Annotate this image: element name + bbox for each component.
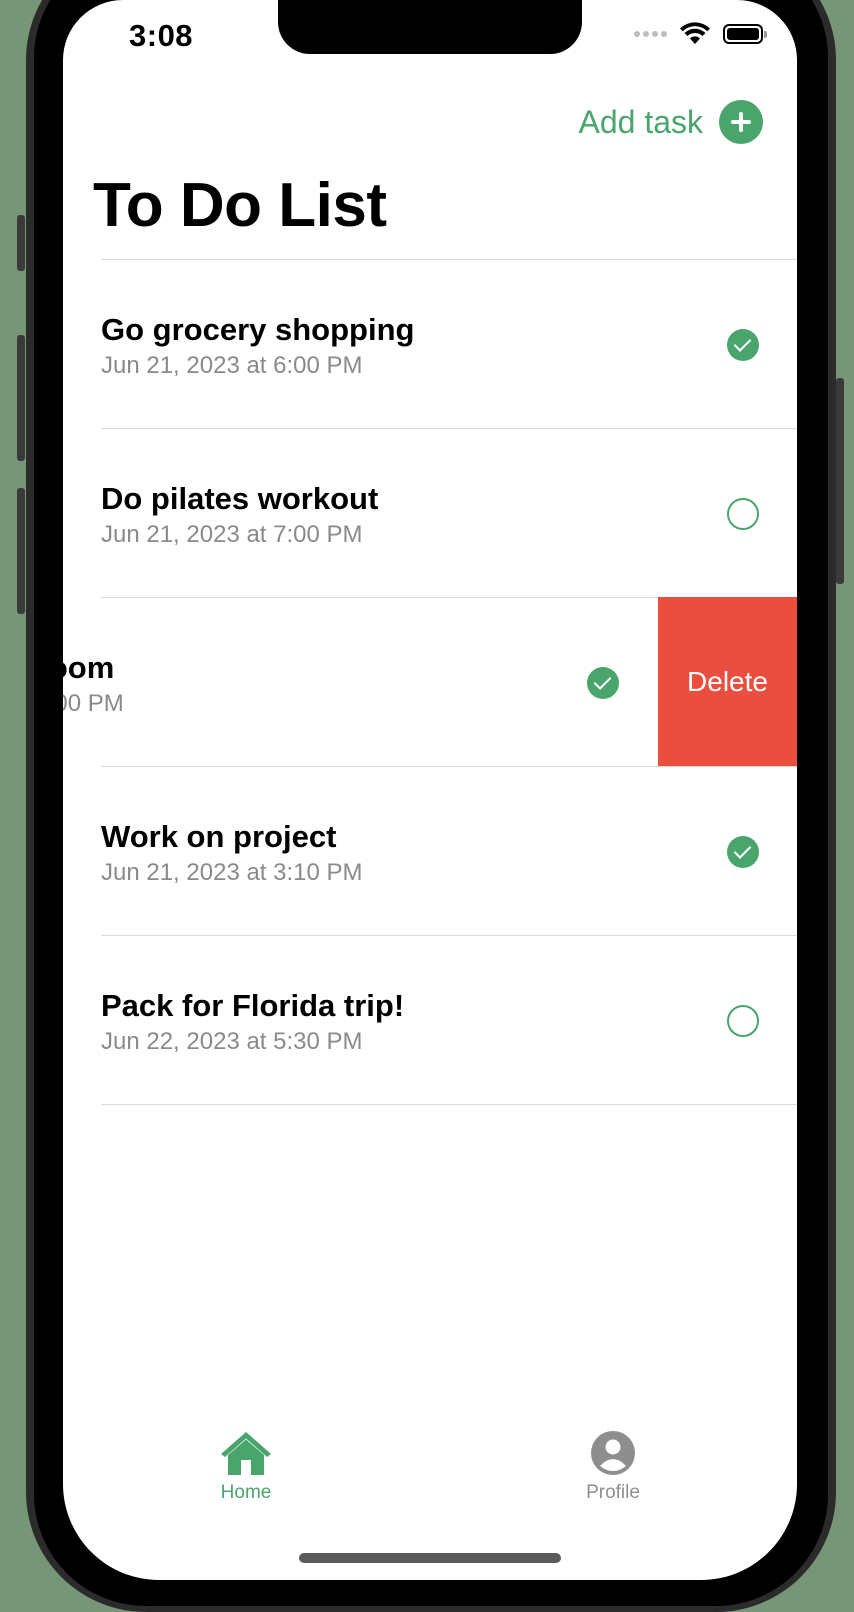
row-divider bbox=[101, 766, 797, 767]
task-row-swiped[interactable]: your room 023 at 3:00 PM Delete bbox=[63, 597, 797, 766]
task-list: Go grocery shopping Jun 21, 2023 at 6:00… bbox=[63, 259, 797, 1105]
home-indicator[interactable] bbox=[299, 1553, 561, 1563]
task-date: 023 at 3:00 PM bbox=[63, 690, 124, 717]
task-date: Jun 22, 2023 at 5:30 PM bbox=[101, 1028, 363, 1055]
volume-down-button bbox=[17, 488, 25, 614]
task-title: Pack for Florida trip! bbox=[101, 988, 405, 1023]
add-task-button[interactable]: Add task bbox=[578, 100, 763, 144]
status-time: 3:08 bbox=[129, 18, 194, 53]
row-divider bbox=[101, 428, 797, 429]
cellular-signal-icon bbox=[634, 31, 667, 37]
app-screen: 3:08 Add task To Do List Go grocery shop… bbox=[63, 0, 797, 1580]
row-divider bbox=[101, 1104, 797, 1105]
plus-circle-icon bbox=[719, 100, 763, 144]
task-row[interactable]: Do pilates workout Jun 21, 2023 at 7:00 … bbox=[63, 428, 797, 597]
tab-bar: Home Profile bbox=[63, 1430, 797, 1503]
delete-button[interactable]: Delete bbox=[658, 597, 797, 766]
mute-switch bbox=[17, 215, 25, 271]
power-button bbox=[836, 378, 844, 584]
task-row[interactable]: Work on project Jun 21, 2023 at 3:10 PM bbox=[63, 766, 797, 935]
status-icons bbox=[634, 22, 767, 46]
empty-circle-icon[interactable] bbox=[727, 498, 759, 530]
empty-circle-icon[interactable] bbox=[727, 1005, 759, 1037]
checked-circle-icon[interactable] bbox=[587, 667, 619, 699]
wifi-icon bbox=[680, 22, 710, 44]
swiped-row-content: your room 023 at 3:00 PM bbox=[63, 597, 657, 766]
checked-circle-icon[interactable] bbox=[727, 329, 759, 361]
task-title: Work on project bbox=[101, 819, 337, 854]
notch bbox=[278, 0, 582, 54]
task-date: Jun 21, 2023 at 6:00 PM bbox=[101, 352, 363, 379]
row-divider bbox=[101, 259, 797, 260]
task-date: Jun 21, 2023 at 7:00 PM bbox=[101, 521, 363, 548]
task-date: Jun 21, 2023 at 3:10 PM bbox=[101, 859, 363, 886]
page-title: To Do List bbox=[93, 171, 387, 240]
task-title: Do pilates workout bbox=[101, 481, 379, 516]
volume-up-button bbox=[17, 335, 25, 461]
checked-circle-icon[interactable] bbox=[727, 836, 759, 868]
tab-home-label: Home bbox=[220, 1482, 272, 1503]
task-title: Go grocery shopping bbox=[101, 312, 415, 347]
task-row[interactable]: Pack for Florida trip! Jun 22, 2023 at 5… bbox=[63, 935, 797, 1104]
person-circle-icon bbox=[591, 1431, 635, 1475]
row-divider bbox=[101, 935, 797, 936]
task-row[interactable]: Go grocery shopping Jun 21, 2023 at 6:00… bbox=[63, 259, 797, 428]
battery-icon bbox=[723, 24, 767, 44]
tab-profile[interactable]: Profile bbox=[543, 1430, 683, 1504]
add-task-label: Add task bbox=[578, 103, 703, 140]
tab-home[interactable]: Home bbox=[176, 1430, 316, 1504]
task-title: your room bbox=[63, 650, 115, 685]
house-icon bbox=[221, 1432, 271, 1475]
tab-profile-label: Profile bbox=[586, 1482, 640, 1503]
